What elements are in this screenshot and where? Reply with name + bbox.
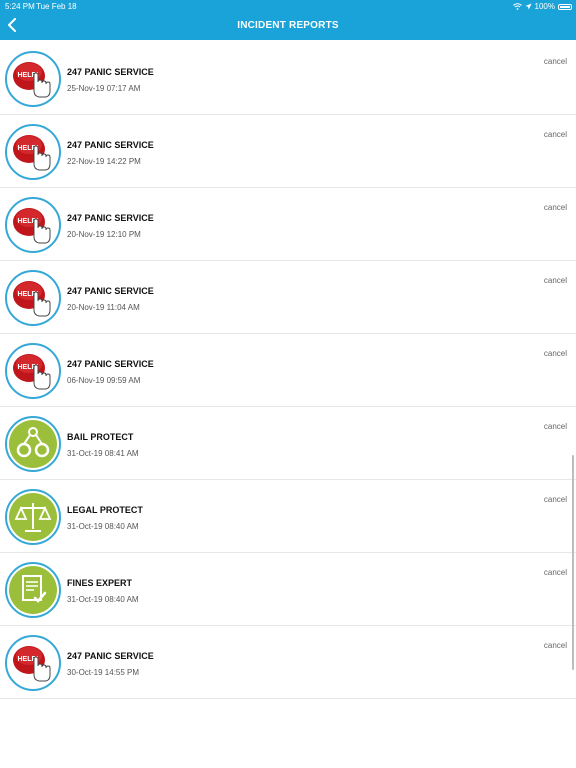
- cancel-button[interactable]: cancel: [544, 276, 567, 285]
- document-check-icon: [5, 562, 61, 618]
- wifi-icon: [512, 3, 522, 10]
- list-item[interactable]: HELP! 247 PANIC SERVICE 30-Oct-19 14:55 PM…: [0, 626, 576, 699]
- status-time: 5:24 PM: [5, 2, 35, 11]
- cancel-button[interactable]: cancel: [544, 422, 567, 431]
- app-header: 5:24 PM Tue Feb 18 100% INCIDENT REPORTS: [0, 0, 576, 40]
- status-right: 100%: [512, 2, 572, 11]
- cancel-button[interactable]: cancel: [544, 495, 567, 504]
- scrollbar[interactable]: [572, 455, 574, 670]
- list-item[interactable]: FINES EXPERT 31-Oct-19 08:40 AM cancel: [0, 553, 576, 626]
- battery-percent: 100%: [534, 2, 555, 11]
- report-service-name: 247 PANIC SERVICE: [67, 286, 154, 296]
- help-button-icon: HELP!: [5, 635, 61, 691]
- cancel-button[interactable]: cancel: [544, 349, 567, 358]
- report-datetime: 20-Nov-19 12:10 PM: [67, 230, 141, 239]
- status-date: Tue Feb 18: [36, 2, 77, 11]
- help-button-icon: HELP!: [5, 124, 61, 180]
- report-service-name: BAIL PROTECT: [67, 432, 134, 442]
- report-service-name: 247 PANIC SERVICE: [67, 651, 154, 661]
- report-service-name: LEGAL PROTECT: [67, 505, 143, 515]
- incident-report-list: HELP! 247 PANIC SERVICE 25-Nov-19 07:17 AM…: [0, 42, 576, 699]
- report-datetime: 31-Oct-19 08:40 AM: [67, 522, 139, 531]
- list-item[interactable]: HELP! 247 PANIC SERVICE 20-Nov-19 11:04 AM…: [0, 261, 576, 334]
- report-datetime: 22-Nov-19 14:22 PM: [67, 157, 141, 166]
- report-service-name: FINES EXPERT: [67, 578, 133, 588]
- report-datetime: 31-Oct-19 08:40 AM: [67, 595, 139, 604]
- help-button-icon: HELP!: [5, 51, 61, 107]
- list-item[interactable]: HELP! 247 PANIC SERVICE 06-Nov-19 09:59 AM…: [0, 334, 576, 407]
- scales-icon: [5, 489, 61, 545]
- cancel-button[interactable]: cancel: [544, 130, 567, 139]
- help-button-icon: HELP!: [5, 270, 61, 326]
- report-service-name: 247 PANIC SERVICE: [67, 140, 154, 150]
- list-item[interactable]: BAIL PROTECT 31-Oct-19 08:41 AM cancel: [0, 407, 576, 480]
- report-datetime: 25-Nov-19 07:17 AM: [67, 84, 141, 93]
- page-title: INCIDENT REPORTS: [237, 20, 339, 31]
- list-item[interactable]: HELP! 247 PANIC SERVICE 25-Nov-19 07:17 AM…: [0, 42, 576, 115]
- cancel-button[interactable]: cancel: [544, 641, 567, 650]
- report-datetime: 30-Oct-19 14:55 PM: [67, 668, 140, 677]
- cancel-button[interactable]: cancel: [544, 203, 567, 212]
- cancel-button[interactable]: cancel: [544, 568, 567, 577]
- report-service-name: 247 PANIC SERVICE: [67, 213, 154, 223]
- list-item[interactable]: HELP! 247 PANIC SERVICE 20-Nov-19 12:10 PM…: [0, 188, 576, 261]
- report-datetime: 06-Nov-19 09:59 AM: [67, 376, 141, 385]
- location-arrow-icon: [525, 3, 532, 10]
- handcuffs-icon: [5, 416, 61, 472]
- report-datetime: 20-Nov-19 11:04 AM: [67, 303, 140, 312]
- report-service-name: 247 PANIC SERVICE: [67, 359, 154, 369]
- report-datetime: 31-Oct-19 08:41 AM: [67, 449, 139, 458]
- cancel-button[interactable]: cancel: [544, 57, 567, 66]
- battery-icon: [558, 3, 572, 10]
- help-button-icon: HELP!: [5, 197, 61, 253]
- list-item[interactable]: HELP! 247 PANIC SERVICE 22-Nov-19 14:22 PM…: [0, 115, 576, 188]
- help-button-icon: HELP!: [5, 343, 61, 399]
- report-service-name: 247 PANIC SERVICE: [67, 67, 154, 77]
- list-item[interactable]: LEGAL PROTECT 31-Oct-19 08:40 AM cancel: [0, 480, 576, 553]
